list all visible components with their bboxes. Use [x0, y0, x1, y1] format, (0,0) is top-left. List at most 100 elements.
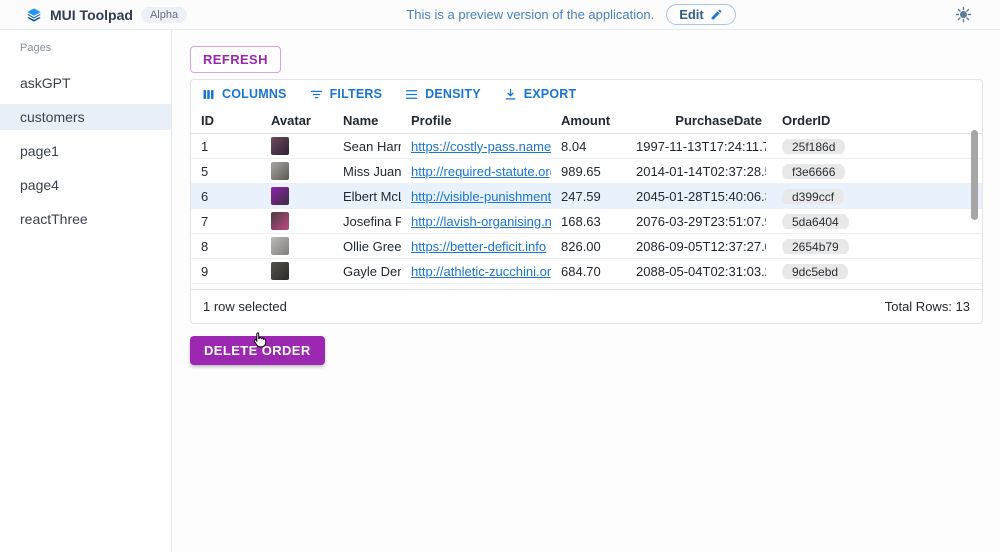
columns-button-label: COLUMNS: [222, 87, 287, 101]
cell-amount: 684.70: [551, 264, 636, 279]
export-download-icon: [503, 87, 518, 102]
cell-id: 5: [191, 164, 261, 179]
avatar: [271, 262, 289, 280]
grid-footer: 1 row selected Total Rows: 13: [191, 289, 982, 323]
grid-header-row: ID Avatar Name Profile Amount PurchaseDa…: [191, 108, 982, 134]
cell-amount: 247.59: [551, 189, 636, 204]
order-id-chip: f3e6666: [782, 164, 845, 179]
cell-avatar: [261, 212, 333, 230]
cell-name: Gayle Den...: [333, 264, 401, 279]
total-rows-label: Total Rows: 13: [885, 299, 970, 314]
header-name[interactable]: Name: [333, 113, 401, 128]
filter-icon: [309, 87, 324, 102]
profile-link[interactable]: http://athletic-zucchini.org: [411, 264, 551, 279]
cell-id: 9: [191, 264, 261, 279]
pencil-icon: [710, 8, 723, 21]
table-row[interactable]: 1 Sean Harris https://costly-pass.name 8…: [191, 134, 982, 159]
table-row[interactable]: 8 Ollie Green... https://better-deficit.…: [191, 234, 982, 259]
cell-avatar: [261, 237, 333, 255]
cell-profile: http://athletic-zucchini.org: [401, 264, 551, 279]
order-id-chip: 5da6404: [782, 214, 849, 229]
cell-avatar: [261, 162, 333, 180]
cell-name: Sean Harris: [333, 139, 401, 154]
cell-order-id: 2654b79: [766, 239, 896, 254]
brand: MUI Toolpad Alpha: [26, 7, 187, 23]
filters-button[interactable]: FILTERS: [309, 87, 383, 102]
vertical-scrollbar-thumb[interactable]: [971, 130, 978, 220]
header-purchasedate[interactable]: PurchaseDate: [636, 113, 766, 128]
cell-amount: 8.04: [551, 139, 636, 154]
density-button[interactable]: DENSITY: [404, 87, 481, 102]
table-row[interactable]: 6 Elbert McL... http://visible-punishmen…: [191, 184, 982, 209]
profile-link[interactable]: https://costly-pass.name: [411, 139, 551, 154]
sidebar-item-customers[interactable]: customers: [0, 104, 171, 130]
export-button-label: EXPORT: [524, 87, 577, 101]
filters-button-label: FILTERS: [330, 87, 383, 101]
cell-order-id: 5da6404: [766, 214, 896, 229]
cell-id: 6: [191, 189, 261, 204]
table-row[interactable]: 9 Gayle Den... http://athletic-zucchini.…: [191, 259, 982, 284]
table-row[interactable]: 5 Miss Juan ... http://required-statute.…: [191, 159, 982, 184]
cell-purchase-date: 2014-01-14T02:37:28.536Z: [636, 164, 766, 179]
cell-id: 8: [191, 239, 261, 254]
cell-profile: http://required-statute.org: [401, 164, 551, 179]
header-avatar[interactable]: Avatar: [261, 113, 333, 128]
avatar: [271, 237, 289, 255]
avatar: [271, 187, 289, 205]
header-amount[interactable]: Amount: [551, 113, 636, 128]
refresh-button[interactable]: REFRESH: [190, 46, 281, 73]
profile-link[interactable]: http://visible-punishment.net: [411, 189, 551, 204]
edit-button[interactable]: Edit: [666, 4, 736, 25]
cell-order-id: 25f186d: [766, 139, 896, 154]
cell-profile: http://visible-punishment.net: [401, 189, 551, 204]
profile-link[interactable]: http://required-statute.org: [411, 164, 551, 179]
cell-id: 7: [191, 214, 261, 229]
cell-order-id: 9dc5ebd: [766, 264, 896, 279]
edit-button-label: Edit: [679, 7, 704, 22]
cell-order-id: f3e6666: [766, 164, 896, 179]
cell-id: 1: [191, 139, 261, 154]
cell-profile: http://lavish-organising.name: [401, 214, 551, 229]
alpha-badge: Alpha: [141, 7, 187, 23]
cell-amount: 826.00: [551, 239, 636, 254]
order-id-chip: 25f186d: [782, 139, 845, 154]
order-id-chip: 2654b79: [782, 239, 849, 254]
topbar-center: This is a preview version of the applica…: [187, 4, 955, 25]
cell-avatar: [261, 137, 333, 155]
topbar: MUI Toolpad Alpha This is a preview vers…: [0, 0, 1000, 30]
cell-avatar: [261, 187, 333, 205]
grid-rows: 1 Sean Harris https://costly-pass.name 8…: [191, 134, 982, 284]
sidebar-item-reactThree[interactable]: reactThree: [0, 206, 171, 232]
pages-section-label: Pages: [0, 30, 171, 54]
density-icon: [404, 87, 419, 102]
sidebar-item-page1[interactable]: page1: [0, 138, 171, 164]
header-orderid[interactable]: OrderID: [766, 113, 896, 128]
cell-name: Ollie Green...: [333, 239, 401, 254]
cell-name: Elbert McL...: [333, 189, 401, 204]
avatar: [271, 137, 289, 155]
cell-amount: 989.65: [551, 164, 636, 179]
theme-toggle-sun-icon[interactable]: [955, 6, 972, 23]
toolpad-logo-icon: [26, 7, 42, 23]
cell-name: Josefina P...: [333, 214, 401, 229]
profile-link[interactable]: https://better-deficit.info: [411, 239, 546, 254]
header-profile[interactable]: Profile: [401, 113, 551, 128]
delete-order-button[interactable]: DELETE ORDER: [190, 336, 325, 365]
sidebar-item-page4[interactable]: page4: [0, 172, 171, 198]
pages-nav-list: askGPT customers page1 page4 reactThree: [0, 70, 171, 232]
cell-purchase-date: 2086-09-05T12:37:27.015Z: [636, 239, 766, 254]
cell-profile: https://better-deficit.info: [401, 239, 551, 254]
export-button[interactable]: EXPORT: [503, 87, 577, 102]
columns-button[interactable]: COLUMNS: [201, 87, 287, 102]
order-id-chip: 9dc5ebd: [782, 264, 848, 279]
cell-name: Miss Juan ...: [333, 164, 401, 179]
cell-purchase-date: 2088-05-04T02:31:03.294Z: [636, 264, 766, 279]
sidebar-item-askGPT[interactable]: askGPT: [0, 70, 171, 96]
header-id[interactable]: ID: [191, 113, 261, 128]
data-grid: COLUMNS FILTERS DENSITY: [190, 79, 983, 324]
order-id-chip: d399ccf: [782, 189, 844, 204]
profile-link[interactable]: http://lavish-organising.name: [411, 214, 551, 229]
table-row[interactable]: 7 Josefina P... http://lavish-organising…: [191, 209, 982, 234]
cell-amount: 168.63: [551, 214, 636, 229]
view-column-icon: [201, 87, 216, 102]
